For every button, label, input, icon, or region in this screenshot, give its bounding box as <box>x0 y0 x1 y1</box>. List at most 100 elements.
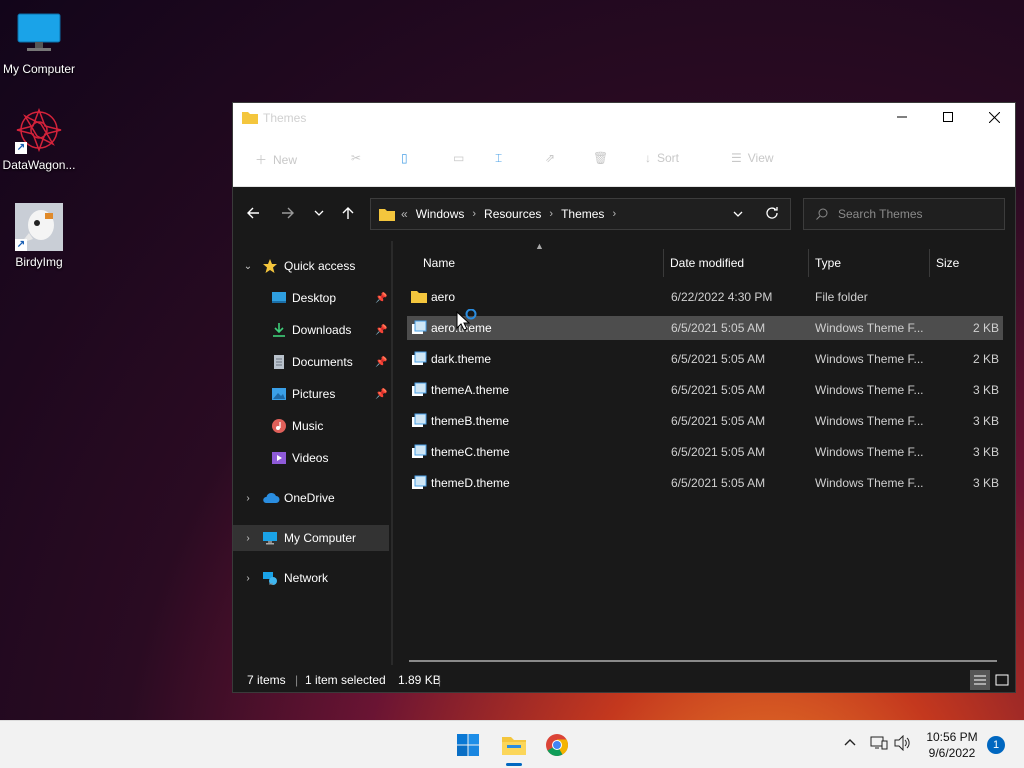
chevron-right-icon[interactable]: › <box>612 208 616 220</box>
taskbar: 10:56 PM 9/6/2022 <box>0 720 1024 768</box>
pin-icon[interactable]: 📌 <box>375 293 387 304</box>
theme-file-icon <box>411 475 427 494</box>
file-type: Windows Theme F... <box>815 445 924 459</box>
chevron-right-icon[interactable]: › <box>472 208 476 220</box>
horizontal-scrollbar[interactable] <box>409 660 997 662</box>
file-row[interactable]: themeC.theme 6/5/2021 5:05 AM Windows Th… <box>407 440 1003 464</box>
document-icon <box>271 354 287 370</box>
close-icon <box>988 111 1000 123</box>
breadcrumb-overflow[interactable]: « <box>401 207 408 221</box>
breadcrumb-resources[interactable]: Resources <box>484 207 541 221</box>
breadcrumb-windows[interactable]: Windows <box>416 207 465 221</box>
nav-item-downloads[interactable]: Downloads 📌 <box>233 317 389 343</box>
pin-icon[interactable]: 📌 <box>375 389 387 400</box>
refresh-button[interactable] <box>765 206 779 223</box>
mouse-cursor-icon <box>456 308 478 334</box>
desktop-icon-datawagon[interactable]: ↗ DataWagon... <box>0 106 78 172</box>
sort-button[interactable]: ↓ Sort <box>645 151 679 165</box>
address-bar[interactable]: « Windows › Resources › Themes › <box>370 198 791 230</box>
maximize-icon <box>943 112 953 122</box>
nav-label: Network <box>284 571 329 585</box>
paste-button[interactable]: ▭ <box>453 151 464 165</box>
pin-icon[interactable]: 📌 <box>375 325 387 336</box>
refresh-icon <box>766 207 778 219</box>
file-type: File folder <box>815 290 868 304</box>
file-type: Windows Theme F... <box>815 476 924 490</box>
active-app-indicator <box>506 763 522 766</box>
chevron-right-icon[interactable]: › <box>241 533 255 544</box>
clock-date: 9/6/2022 <box>928 746 976 760</box>
nav-item-desktop[interactable]: Desktop 📌 <box>233 285 389 311</box>
close-button[interactable] <box>971 103 1017 131</box>
file-name: themeC.theme <box>431 445 510 459</box>
monitor-icon <box>262 530 278 546</box>
forward-button[interactable] <box>276 201 300 225</box>
windows-logo-icon <box>457 734 479 756</box>
cut-button[interactable]: ✂ <box>351 151 361 165</box>
view-button[interactable]: ☰ View <box>731 151 774 165</box>
column-header-name[interactable]: Name <box>409 249 663 277</box>
up-button[interactable] <box>336 201 360 225</box>
new-button[interactable]: ＋ New <box>255 151 297 168</box>
file-size: 2 KB <box>972 352 999 366</box>
start-button[interactable] <box>452 729 484 761</box>
delete-button[interactable]: 🗑 <box>593 151 608 165</box>
file-row[interactable]: themeB.theme 6/5/2021 5:05 AM Windows Th… <box>407 409 1003 433</box>
nav-item-documents[interactable]: Documents 📌 <box>233 349 389 375</box>
taskbar-file-explorer[interactable] <box>498 729 530 761</box>
share-button[interactable]: ⇗ <box>545 151 555 165</box>
chevron-right-icon[interactable]: › <box>549 208 553 220</box>
title-bar[interactable]: Themes <box>233 103 1015 131</box>
trash-icon: 🗑 <box>593 151 609 165</box>
tray-overflow-button[interactable] <box>843 735 857 752</box>
video-icon <box>271 450 287 466</box>
file-row[interactable]: dark.theme 6/5/2021 5:05 AM Windows Them… <box>407 347 1003 371</box>
column-header-date[interactable]: Date modified <box>664 249 808 277</box>
details-view-button[interactable] <box>970 670 990 690</box>
search-input[interactable]: Search Themes <box>803 198 1005 230</box>
network-status-button[interactable] <box>870 735 888 754</box>
file-row[interactable]: themeA.theme 6/5/2021 5:05 AM Windows Th… <box>407 378 1003 402</box>
notification-badge[interactable]: 1 <box>987 736 1005 754</box>
pin-icon[interactable]: 📌 <box>375 357 387 368</box>
chevron-down-icon <box>733 211 743 217</box>
nav-item-onedrive[interactable]: › OneDrive <box>233 485 389 511</box>
maximize-button[interactable] <box>925 103 971 131</box>
recent-locations-button[interactable] <box>307 201 331 225</box>
taskbar-chrome[interactable] <box>541 729 573 761</box>
speaker-icon <box>894 734 910 752</box>
desktop-icon-my-computer[interactable]: My Computer <box>0 10 78 76</box>
minimize-button[interactable] <box>879 103 925 131</box>
large-icons-view-button[interactable] <box>992 670 1012 690</box>
chevron-right-icon[interactable]: › <box>241 493 255 504</box>
nav-item-videos[interactable]: Videos <box>233 445 389 471</box>
column-header-size[interactable]: Size <box>930 249 1006 277</box>
volume-button[interactable] <box>894 734 912 754</box>
back-button[interactable] <box>241 201 265 225</box>
nav-item-music[interactable]: Music <box>233 413 389 439</box>
minimize-icon <box>897 116 907 118</box>
chevron-right-icon[interactable]: › <box>241 573 255 584</box>
folder-icon <box>502 737 526 755</box>
nav-item-network[interactable]: › Network <box>233 565 389 591</box>
file-row[interactable]: themeD.theme 6/5/2021 5:05 AM Windows Th… <box>407 471 1003 495</box>
chevron-down-icon[interactable]: ⌄ <box>241 261 255 272</box>
nav-item-pictures[interactable]: Pictures 📌 <box>233 381 389 407</box>
file-row[interactable]: aero.theme 6/5/2021 5:05 AM Windows Them… <box>407 316 1003 340</box>
monitor-icon <box>15 10 63 58</box>
address-history-button[interactable] <box>733 208 743 222</box>
copy-button[interactable]: ▯ <box>401 151 408 165</box>
rename-button[interactable]: ⌶ <box>495 151 502 166</box>
nav-item-my-computer[interactable]: › My Computer <box>233 525 389 551</box>
file-date: 6/5/2021 5:05 AM <box>671 476 766 490</box>
file-size: 3 KB <box>972 383 999 397</box>
arrow-right-icon <box>282 207 294 219</box>
file-name: themeD.theme <box>431 476 510 490</box>
nav-quick-access[interactable]: ⌄ Quick access <box>233 253 389 279</box>
breadcrumb-themes[interactable]: Themes <box>561 207 604 221</box>
column-header-type[interactable]: Type <box>809 249 929 277</box>
file-type: Windows Theme F... <box>815 414 924 428</box>
clock[interactable]: 10:56 PM 9/6/2022 <box>918 729 986 761</box>
file-row[interactable]: aero 6/22/2022 4:30 PM File folder <box>407 285 1003 309</box>
desktop-icon-birdyimg[interactable]: ↗ BirdyImg <box>0 203 78 269</box>
